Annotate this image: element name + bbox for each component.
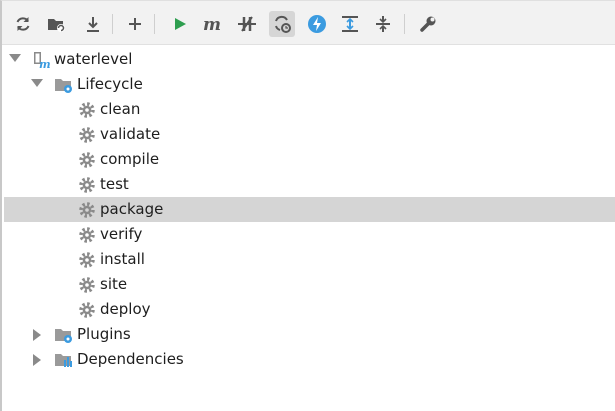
phase-label: package (100, 200, 164, 218)
refresh-icon[interactable] (10, 11, 36, 37)
gear-icon (78, 276, 96, 294)
gear-icon (78, 151, 96, 169)
gear-icon (78, 201, 96, 219)
tree-item-phase[interactable]: clean (4, 97, 615, 122)
phase-label: site (100, 275, 128, 293)
download-icon[interactable] (80, 11, 106, 37)
phase-label: validate (100, 125, 161, 143)
toolbar-separator (404, 14, 405, 34)
phase-label: clean (100, 100, 141, 118)
tree-item-dependencies[interactable]: Dependencies (4, 347, 615, 372)
collapse-arrow-icon[interactable] (33, 329, 41, 341)
phase-label: verify (100, 225, 143, 243)
lifecycle-label: Lifecycle (77, 75, 143, 93)
lifecycle-folder-icon (54, 76, 72, 94)
generate-sources-icon[interactable] (44, 11, 70, 37)
add-icon[interactable] (122, 11, 148, 37)
gear-icon (78, 176, 96, 194)
maven-tool-window: m m waterlevel Lifecycle clean validate … (0, 0, 615, 411)
phase-label: compile (100, 150, 160, 168)
svg-text:m: m (39, 58, 50, 69)
tree-item-phase[interactable]: test (4, 172, 615, 197)
expand-arrow-icon[interactable] (9, 54, 21, 62)
gear-icon (78, 226, 96, 244)
plugins-folder-icon (54, 326, 72, 344)
toolbar: m (2, 1, 615, 45)
project-label: waterlevel (54, 50, 133, 68)
tree-item-project[interactable]: m waterlevel (4, 47, 615, 72)
tree-item-phase[interactable]: install (4, 247, 615, 272)
toolbar-separator (154, 14, 155, 34)
expand-all-icon[interactable] (337, 11, 363, 37)
tree-item-phase[interactable]: site (4, 272, 615, 297)
gear-icon (78, 126, 96, 144)
gear-icon (78, 251, 96, 269)
gear-icon (78, 101, 96, 119)
tree-item-plugins[interactable]: Plugins (4, 322, 615, 347)
tree-item-phase[interactable]: deploy (4, 297, 615, 322)
collapse-arrow-icon[interactable] (33, 354, 41, 366)
phase-label: test (100, 175, 129, 193)
tree-item-lifecycle[interactable]: Lifecycle (4, 72, 615, 97)
tree-item-phase[interactable]: verify (4, 222, 615, 247)
plugins-label: Plugins (77, 325, 131, 343)
tree-item-phase[interactable]: compile (4, 147, 615, 172)
settings-wrench-icon[interactable] (415, 11, 441, 37)
phase-label: deploy (100, 300, 151, 318)
offline-mode-icon[interactable] (269, 11, 295, 37)
maven-goal-icon[interactable]: m (200, 11, 226, 37)
collapse-all-icon[interactable] (370, 11, 396, 37)
toolbar-separator (112, 14, 113, 34)
skip-tests-icon[interactable] (234, 11, 260, 37)
tree-item-phase[interactable]: validate (4, 122, 615, 147)
gear-icon (78, 301, 96, 319)
dependencies-folder-icon (54, 351, 72, 369)
expand-arrow-icon[interactable] (31, 79, 43, 87)
lightning-icon[interactable] (304, 11, 330, 37)
dependencies-label: Dependencies (77, 350, 184, 368)
tree-item-phase-selected[interactable]: package (4, 197, 615, 222)
phase-label: install (100, 250, 145, 268)
svg-text:m: m (203, 15, 221, 33)
run-icon[interactable] (167, 11, 193, 37)
maven-project-icon: m (32, 51, 51, 71)
